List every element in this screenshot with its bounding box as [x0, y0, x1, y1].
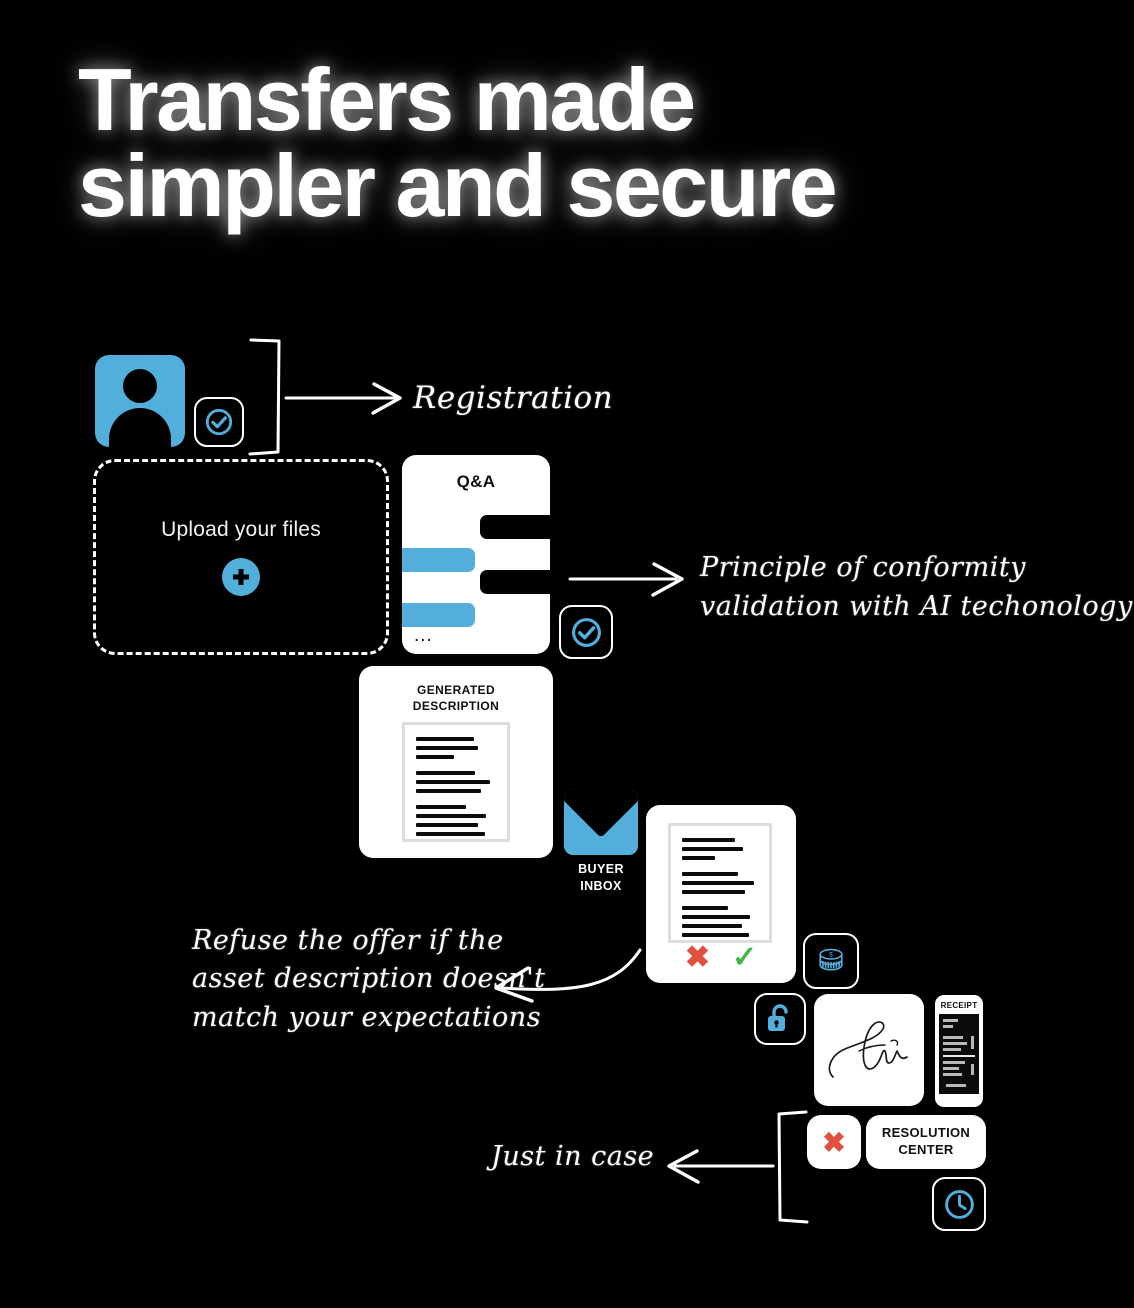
- qa-bubble-dark-1: [480, 515, 550, 539]
- envelope-icon: [564, 789, 638, 855]
- dispute-x-card[interactable]: ✖: [807, 1115, 861, 1169]
- qa-more-indicator: ...: [414, 625, 433, 646]
- annotation-registration: Registration: [413, 380, 614, 416]
- circle-check-icon: [194, 397, 244, 447]
- offer-document: [668, 823, 772, 943]
- buyer-inbox-label: BUYER INBOX: [578, 862, 624, 893]
- page-title: Transfers made simpler and secure: [78, 50, 838, 236]
- upload-label: Upload your files: [161, 518, 321, 541]
- circle-check-icon: [559, 605, 613, 659]
- x-mark-icon: ✖: [822, 1126, 846, 1158]
- signature-icon: [828, 1021, 908, 1078]
- signature-card: Edie: [814, 994, 924, 1106]
- annotation-ai-validation: Principle of conformity validation with …: [700, 552, 1133, 623]
- avatar-body-shape: [109, 408, 171, 447]
- check-mark-icon[interactable]: ✓: [732, 943, 757, 973]
- coins-icon: $: [803, 933, 859, 989]
- receipt-screen: [939, 1014, 979, 1094]
- qa-bubble-dark-2: [480, 570, 550, 594]
- receipt-title: RECEIPT: [940, 1001, 978, 1010]
- qa-annotation-arrow: [568, 558, 693, 598]
- svg-text:$: $: [829, 952, 833, 959]
- offer-actions: ✖ ✓: [646, 943, 796, 973]
- qa-title: Q&A: [456, 472, 496, 491]
- buyer-inbox: BUYER INBOX: [564, 789, 638, 895]
- resolution-center-button[interactable]: RESOLUTION CENTER: [866, 1115, 986, 1169]
- justincase-bracket-arrow: [651, 1108, 811, 1228]
- qa-bubble-blue-2: [402, 603, 475, 627]
- clock-icon: [932, 1177, 986, 1231]
- receipt-phone-icon: RECEIPT: [935, 995, 983, 1107]
- registration-bracket-arrow: [248, 336, 413, 461]
- plus-circle-icon[interactable]: [222, 558, 260, 596]
- offer-card: ✖ ✓: [646, 805, 796, 983]
- qa-bubble-blue-1: [402, 548, 475, 572]
- upload-dropzone[interactable]: Upload your files: [93, 459, 389, 655]
- avatar-head-shape: [123, 369, 157, 403]
- description-document: [402, 722, 510, 842]
- generated-description-title: GENERATED DESCRIPTION: [412, 683, 500, 714]
- qa-card: Q&A ...: [402, 455, 550, 654]
- user-avatar-icon: [95, 355, 185, 447]
- open-padlock-icon: [754, 993, 806, 1045]
- infographic-canvas: Transfers made simpler and secure Regist…: [0, 0, 1134, 1308]
- annotation-refuse-offer: Refuse the offer if the asset descriptio…: [192, 925, 546, 1033]
- x-mark-icon[interactable]: ✖: [685, 943, 710, 973]
- generated-description-card: GENERATED DESCRIPTION: [359, 666, 553, 858]
- annotation-just-in-case: Just in case: [491, 1141, 655, 1172]
